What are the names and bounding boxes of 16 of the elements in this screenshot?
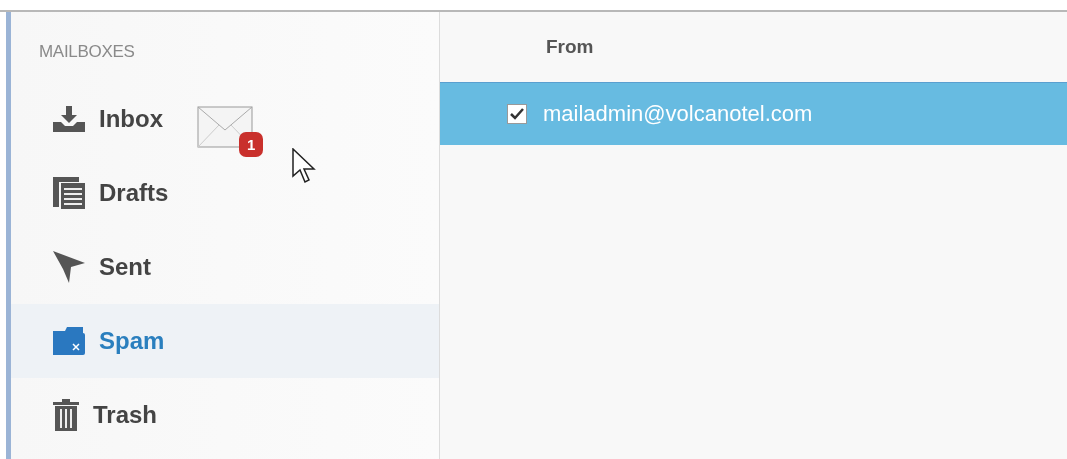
cursor-icon [292,148,318,186]
trash-icon [53,399,79,431]
mailbox-item[interactable]: Spam [53,327,165,355]
column-header[interactable]: From [546,36,594,58]
folder-x-icon [53,327,85,355]
mailbox-item[interactable]: Trash [53,399,158,431]
mailbox-item[interactable]: Drafts [53,177,169,209]
mailbox-item[interactable]: Inbox [53,105,163,133]
paper-plane-icon [53,251,85,283]
row-checkbox[interactable] [507,104,527,124]
documents-icon [53,177,85,209]
download-tray-icon [53,106,85,132]
sender-address: mailadmin@volcanotel.com [543,101,813,127]
sidebar-heading: MAILBOXES [38,41,136,63]
count-badge: 1 [239,132,264,157]
mailbox-item[interactable]: Sent [53,251,151,283]
